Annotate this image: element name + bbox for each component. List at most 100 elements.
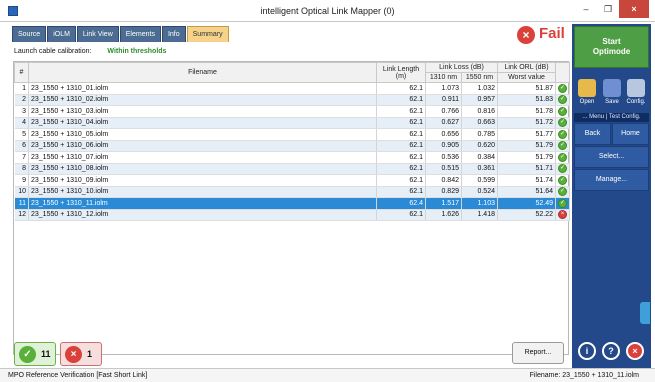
header-filename[interactable]: Filename <box>28 62 377 83</box>
row-orl: 51.79 <box>497 151 556 164</box>
table-row[interactable]: 2 23_1550 + 1310_02.iolm 62.1 0.911 0.957 51.… <box>14 94 570 106</box>
row-orl: 51.72 <box>497 117 556 129</box>
table-row[interactable]: 4 23_1550 + 1310_04.iolm 62.1 0.627 0.663 51.… <box>14 117 570 129</box>
menu-strip[interactable]: ... Menu | Test Config. <box>574 113 649 122</box>
row-status: ✓ <box>555 174 570 187</box>
tab-bar: Source iOLM Link View Elements Info Summ… <box>12 26 230 42</box>
row-loss-1550: 0.524 <box>461 186 498 198</box>
save-label: Save <box>605 99 619 105</box>
pass-count-button[interactable]: ✓ 11 <box>14 342 56 366</box>
header-worst-value[interactable]: Worst value <box>497 72 556 83</box>
row-orl: 51.64 <box>497 186 556 198</box>
row-loss-1310: 0.536 <box>425 151 462 164</box>
row-loss-1550: 1.103 <box>461 197 498 210</box>
table-row[interactable]: 9 23_1550 + 1310_09.iolm 62.1 0.842 0.599 51.… <box>14 174 570 187</box>
report-button[interactable]: Report... <box>512 342 564 364</box>
config-button[interactable]: Config. <box>624 79 648 105</box>
manage-button[interactable]: Manage... <box>574 169 649 191</box>
table-row[interactable]: 11 23_1550 + 1310_11.iolm 62.4 1.517 1.103 52… <box>14 197 570 210</box>
help-button[interactable]: ? <box>602 342 620 360</box>
results-table: # Filename Link Length (m) Link Loss (dB… <box>13 61 570 355</box>
result-status: Fail <box>539 25 565 42</box>
tab-iolm[interactable]: iOLM <box>47 26 76 42</box>
calibration-label: Launch cable calibration: <box>14 48 92 55</box>
back-button[interactable]: Back <box>574 123 611 145</box>
row-filename: 23_1550 + 1310_12.iolm <box>28 209 377 221</box>
row-link-length: 62.1 <box>376 174 426 187</box>
table-row[interactable]: 5 23_1550 + 1310_05.iolm 62.1 0.656 0.785 51.… <box>14 128 570 141</box>
row-loss-1550: 0.785 <box>461 128 498 141</box>
header-index: # <box>14 62 29 83</box>
title-bar: intelligent Optical Link Mapper (0) – ❐ … <box>0 0 655 22</box>
main-panel: Source iOLM Link View Elements Info Summ… <box>4 24 570 364</box>
row-loss-1310: 1.517 <box>425 197 462 210</box>
panel-handle[interactable] <box>640 302 650 324</box>
table-row[interactable]: 10 23_1550 + 1310_10.iolm 62.1 0.829 0.524 51… <box>14 186 570 198</box>
pass-check-icon: ✓ <box>558 129 567 139</box>
row-orl: 51.74 <box>497 174 556 187</box>
row-orl: 51.87 <box>497 82 556 95</box>
row-link-length: 62.1 <box>376 186 426 198</box>
row-link-length: 62.1 <box>376 140 426 152</box>
row-status: × <box>555 209 570 221</box>
row-link-length: 62.1 <box>376 105 426 118</box>
tab-elements[interactable]: Elements <box>119 26 161 42</box>
pass-check-icon: ✓ <box>558 83 567 93</box>
row-loss-1550: 0.957 <box>461 94 498 106</box>
row-loss-1550: 0.361 <box>461 163 498 175</box>
row-orl: 51.79 <box>497 140 556 152</box>
exit-button[interactable]: × <box>626 342 644 360</box>
pass-check-icon: ✓ <box>558 187 567 197</box>
row-link-length: 62.1 <box>376 209 426 221</box>
row-loss-1310: 1.073 <box>425 82 462 95</box>
row-orl: 51.83 <box>497 94 556 106</box>
tab-link-view[interactable]: Link View <box>76 26 119 42</box>
row-index: 3 <box>14 105 29 118</box>
header-status <box>555 62 570 83</box>
home-button[interactable]: Home <box>612 123 649 145</box>
row-status: ✓ <box>555 197 570 210</box>
tab-info[interactable]: Info <box>161 26 186 42</box>
select-button[interactable]: Select... <box>574 146 649 168</box>
tab-summary[interactable]: Summary <box>186 26 229 42</box>
row-orl: 51.77 <box>497 128 556 141</box>
start-optimode-button[interactable]: Start Optimode <box>574 26 649 68</box>
row-link-length: 62.1 <box>376 163 426 175</box>
header-link-length[interactable]: Link Length (m) <box>376 62 426 83</box>
maximize-button[interactable]: ❐ <box>597 0 619 18</box>
row-index: 1 <box>14 82 29 95</box>
pass-count: 11 <box>41 349 51 359</box>
row-filename: 23_1550 + 1310_06.iolm <box>28 140 377 152</box>
row-loss-1550: 0.620 <box>461 140 498 152</box>
row-loss-1550: 1.418 <box>461 209 498 221</box>
table-row[interactable]: 3 23_1550 + 1310_03.iolm 62.1 0.766 0.816 51.… <box>14 105 570 118</box>
status-bar: MPO Reference Verification [Fast Short L… <box>0 368 655 382</box>
save-button[interactable]: Save <box>600 79 624 105</box>
row-link-length: 62.1 <box>376 94 426 106</box>
minimize-button[interactable]: – <box>575 0 597 18</box>
open-button[interactable]: Open <box>575 79 599 105</box>
table-row[interactable]: 7 23_1550 + 1310_07.iolm 62.1 0.536 0.384 51.… <box>14 151 570 164</box>
status-filename: Filename: 23_1550 + 1310_11.iolm <box>529 372 639 379</box>
table-row[interactable]: 8 23_1550 + 1310_08.iolm 62.1 0.515 0.361 51.… <box>14 163 570 175</box>
table-row[interactable]: 1 23_1550 + 1310_01.iolm 62.1 1.073 1.032 51.… <box>14 82 570 95</box>
row-index: 5 <box>14 128 29 141</box>
row-filename: 23_1550 + 1310_01.iolm <box>28 82 377 95</box>
window-title: intelligent Optical Link Mapper (0) <box>260 6 395 16</box>
info-button[interactable]: i <box>578 342 596 360</box>
close-window-button[interactable]: × <box>619 0 649 18</box>
tab-source[interactable]: Source <box>12 26 47 42</box>
row-status: ✓ <box>555 82 570 95</box>
pass-check-icon: ✓ <box>558 106 567 116</box>
row-filename: 23_1550 + 1310_08.iolm <box>28 163 377 175</box>
row-loss-1310: 0.766 <box>425 105 462 118</box>
pass-check-icon: ✓ <box>558 95 567 105</box>
calibration-value: Within thresholds <box>107 48 167 55</box>
header-loss-1550[interactable]: 1550 nm <box>461 72 498 83</box>
header-loss-1310[interactable]: 1310 nm <box>425 72 462 83</box>
fail-count-button[interactable]: × 1 <box>60 342 102 366</box>
start-label: Start <box>602 37 621 46</box>
table-row[interactable]: 6 23_1550 + 1310_06.iolm 62.1 0.905 0.620 51.… <box>14 140 570 152</box>
row-loss-1310: 0.911 <box>425 94 462 106</box>
table-row[interactable]: 12 23_1550 + 1310_12.iolm 62.1 1.626 1.418 52… <box>14 209 570 221</box>
